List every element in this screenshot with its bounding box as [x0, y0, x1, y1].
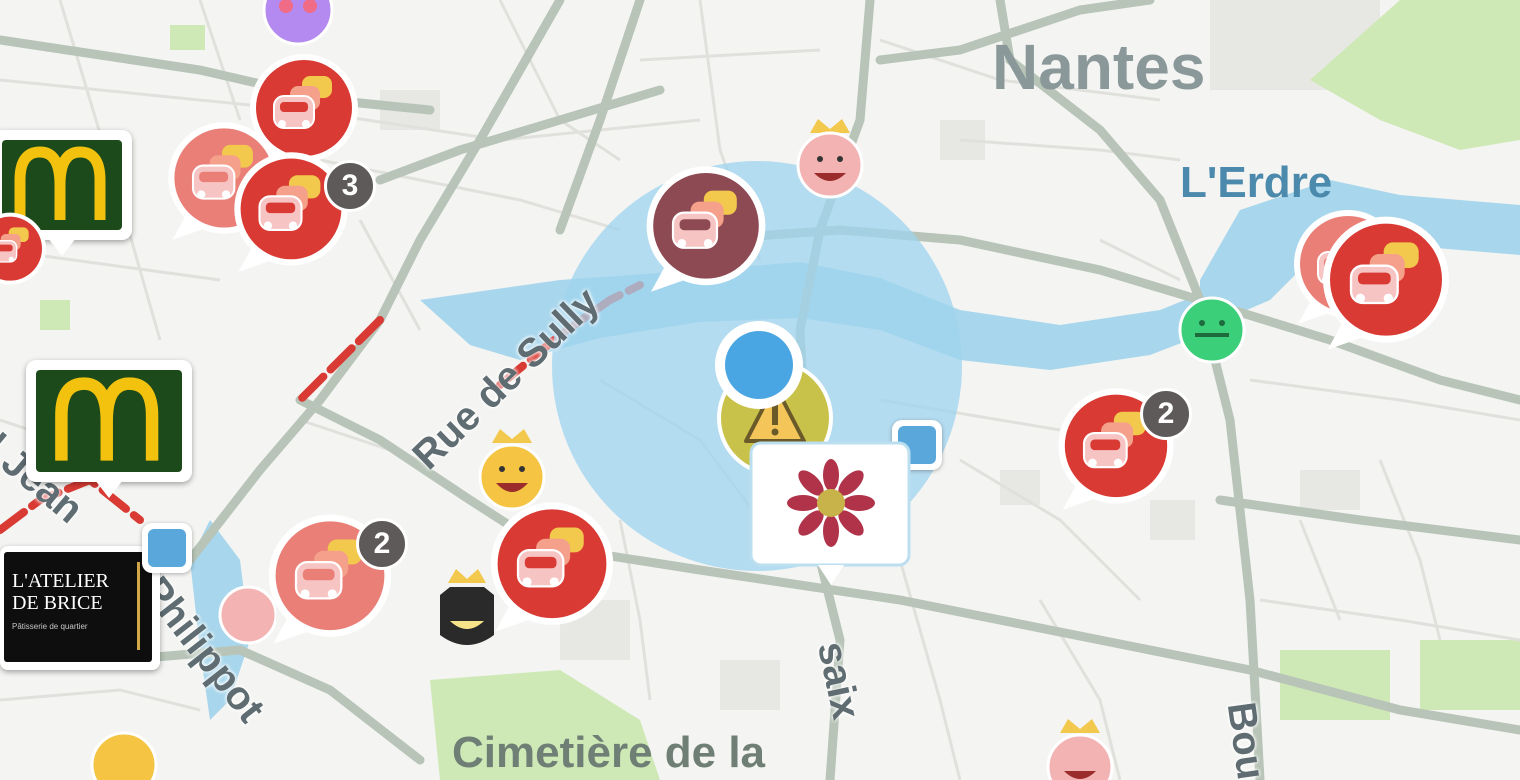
- parking-marker[interactable]: [142, 523, 192, 573]
- wazer-avatar-icon[interactable]: [1175, 295, 1249, 365]
- traffic-jam-icon[interactable]: [484, 498, 620, 634]
- cemetery-label: Cimetière de la: [452, 728, 766, 777]
- user-location-icon[interactable]: [712, 318, 806, 412]
- flower-poi-icon[interactable]: [748, 440, 914, 590]
- mcdonalds-marker[interactable]: [26, 360, 192, 498]
- traffic-jam-icon[interactable]: [1316, 212, 1456, 352]
- cluster-count-badge[interactable]: 2: [356, 518, 408, 570]
- water-label: L'Erdre: [1180, 158, 1333, 207]
- wazer-avatar-icon[interactable]: [1040, 715, 1120, 780]
- cluster-count-badge[interactable]: 2: [1140, 388, 1192, 440]
- atelier-name-line2: DE BRICE: [12, 592, 103, 614]
- parking-icon: [148, 529, 186, 567]
- wazer-avatar-icon[interactable]: [258, 0, 338, 48]
- map-view[interactable]: Nantes L'Erdre Rue de Sully saix l Jean …: [0, 0, 1520, 780]
- atelier-tagline: Pâtisserie de quartier: [12, 622, 88, 631]
- atelier-name-line1: L'ATELIER: [12, 570, 109, 592]
- traffic-jam-icon[interactable]: [640, 162, 772, 294]
- atelier-de-brice-marker[interactable]: L'ATELIER DE BRICE Pâtisserie de quartie…: [0, 546, 160, 670]
- cluster-count-badge[interactable]: 3: [324, 160, 376, 212]
- mcdonalds-logo-icon: [55, 377, 159, 461]
- wazer-avatar-icon[interactable]: [84, 725, 164, 780]
- traffic-jam-icon[interactable]: [0, 210, 50, 290]
- wazer-avatar-icon[interactable]: [790, 115, 870, 205]
- city-label: Nantes: [992, 31, 1206, 103]
